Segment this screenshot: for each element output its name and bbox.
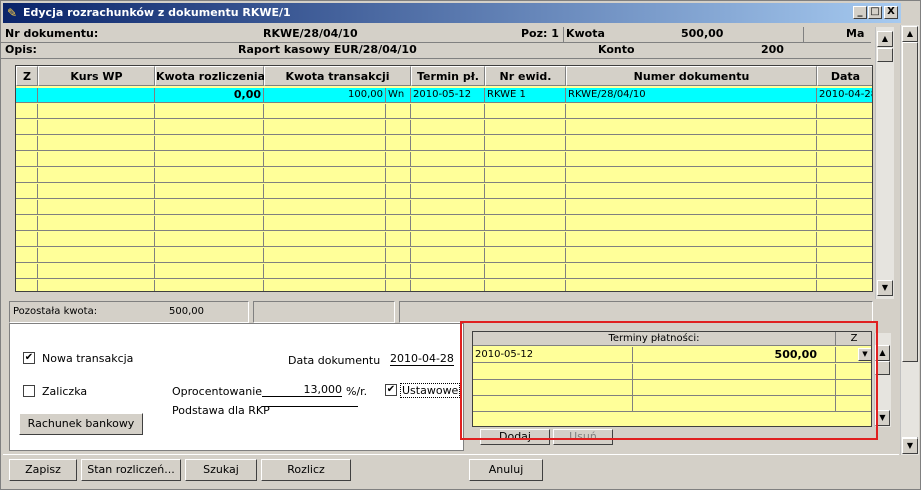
kwota-label: Kwota <box>566 27 605 40</box>
kwota-value: 500,00 <box>681 27 724 40</box>
table-row[interactable] <box>16 280 872 291</box>
nowa-transakcja-checkbox[interactable]: ✔ <box>23 352 35 364</box>
nr-dokumentu-label: Nr dokumentu: <box>5 27 99 40</box>
szukaj-button[interactable]: Szukaj <box>185 459 257 481</box>
cell-data: 2010-04-28 <box>817 88 872 103</box>
rozlicz-button[interactable]: Rozlicz <box>261 459 351 481</box>
data-dokumentu-label: Data dokumentu <box>288 354 381 367</box>
col-numer-dokumentu[interactable]: Numer dokumentu <box>566 66 817 86</box>
table-row[interactable] <box>16 248 872 263</box>
table-row[interactable] <box>16 168 872 183</box>
col-termin[interactable]: Termin pł. <box>411 66 485 86</box>
poz-label: Poz: 1 <box>521 27 559 40</box>
minimize-button[interactable]: _ <box>853 6 867 19</box>
cell-kwota-transakcji: 100,00 <box>264 88 386 103</box>
table-row[interactable] <box>16 264 872 279</box>
pen-icon: ✎ <box>7 6 18 20</box>
cell-kwota-rozliczenia[interactable]: 0,00 <box>155 88 264 103</box>
cell-numer-dokumentu: RKWE/28/04/10 <box>566 88 817 103</box>
anuluj-button[interactable]: Anuluj <box>469 459 543 481</box>
doc-header-row1: Nr dokumentu: RKWE/28/04/10 Poz: 1 Kwota… <box>1 27 873 43</box>
col-data[interactable]: Data <box>817 66 872 86</box>
ma-label: Ma <box>846 27 865 40</box>
grid-scroll-thumb[interactable] <box>877 48 893 62</box>
window-title: Edycja rozrachunków z dokumentu RKWE/1 <box>23 6 291 19</box>
col-kwota-rozliczenia[interactable]: Kwota rozliczenia <box>155 66 265 86</box>
data-dokumentu-field[interactable]: 2010-04-28 <box>390 352 454 366</box>
pozostala-label: Pozostała kwota: <box>13 306 98 317</box>
podstawa-label: Podstawa dla RKP <box>172 404 270 417</box>
zaliczka-checkbox[interactable] <box>23 385 35 397</box>
nowa-transakcja-label[interactable]: Nowa transakcja <box>42 352 133 365</box>
transactions-grid[interactable]: Z Kurs WP Kwota rozliczenia Kwota transa… <box>15 65 873 292</box>
window-scroll-down-icon[interactable]: ▼ <box>902 438 918 454</box>
rachunek-bankowy-button[interactable]: Rachunek bankowy <box>19 413 143 435</box>
oprocentowanie-label: Oprocentowanie <box>172 385 263 398</box>
ustawowe-label[interactable]: Ustawowe <box>400 383 461 398</box>
opis-label: Opis: <box>5 43 37 56</box>
opis-value: Raport kasowy EUR/28/04/10 <box>238 43 417 56</box>
konto-label: Konto <box>598 43 635 56</box>
cell-termin: 2010-05-12 <box>411 88 485 103</box>
scroll-up-icon[interactable]: ▲ <box>902 26 918 42</box>
table-row[interactable]: 0,00 100,00 Wn 2010-05-12 RKWE 1 RKWE/28… <box>16 88 872 103</box>
title-bar[interactable]: ✎ Edycja rozrachunków z dokumentu RKWE/1… <box>3 3 901 23</box>
oprocentowanie-unit: %/r. <box>346 385 368 398</box>
ustawowe-checkbox[interactable]: ✔ <box>385 384 397 396</box>
close-button[interactable]: X <box>884 6 898 19</box>
cell-kurs <box>38 88 155 103</box>
cell-z <box>16 88 38 103</box>
col-kurs-wp[interactable]: Kurs WP <box>38 66 155 86</box>
status-panel-2 <box>253 301 395 323</box>
pozostala-kwota-panel: Pozostała kwota: 500,00 <box>9 301 249 323</box>
window-scrollbar[interactable]: ▲ ▼ <box>900 25 919 455</box>
maximize-button[interactable]: □ <box>868 6 882 19</box>
zapisz-button[interactable]: Zapisz <box>9 459 77 481</box>
oprocentowanie-field[interactable]: 13,000 <box>262 383 342 397</box>
table-row[interactable] <box>16 184 872 199</box>
col-z[interactable]: Z <box>16 66 38 86</box>
podstawa-field[interactable] <box>262 406 358 407</box>
table-row[interactable] <box>16 152 872 167</box>
cell-wn: Wn <box>386 88 411 103</box>
col-kwota-transakcji[interactable]: Kwota transakcji <box>264 66 411 86</box>
scroll-thumb[interactable] <box>902 42 918 362</box>
col-nr-ewid[interactable]: Nr ewid. <box>485 66 566 86</box>
status-panel-3 <box>399 301 873 323</box>
grid-scroll-down-icon[interactable]: ▼ <box>877 280 893 296</box>
table-row[interactable] <box>16 120 872 135</box>
doc-header-row2: Opis: Raport kasowy EUR/28/04/10 Konto 2… <box>1 43 873 59</box>
highlight-box <box>460 321 878 440</box>
table-row[interactable] <box>16 232 872 247</box>
table-row[interactable] <box>16 136 872 151</box>
konto-value: 200 <box>761 43 784 56</box>
main-window: ✎ Edycja rozrachunków z dokumentu RKWE/1… <box>0 0 921 490</box>
zaliczka-label[interactable]: Zaliczka <box>42 385 87 398</box>
table-row[interactable] <box>16 104 872 119</box>
table-row[interactable] <box>16 200 872 215</box>
stan-rozliczen-button[interactable]: Stan rozliczeń... <box>81 459 181 481</box>
grid-scrollbar[interactable]: ▲ ▼ <box>875 27 894 299</box>
nr-dokumentu-value: RKWE/28/04/10 <box>263 27 358 40</box>
transaction-form: ✔ Nowa transakcja Zaliczka Rachunek bank… <box>9 323 464 451</box>
grid-scroll-up-icon[interactable]: ▲ <box>877 31 893 47</box>
cell-nr-ewid: RKWE 1 <box>485 88 566 103</box>
footer-toolbar: Zapisz Stan rozliczeń... Szukaj Rozlicz … <box>3 454 899 487</box>
pozostala-value: 500,00 <box>169 306 204 317</box>
table-row[interactable] <box>16 216 872 231</box>
